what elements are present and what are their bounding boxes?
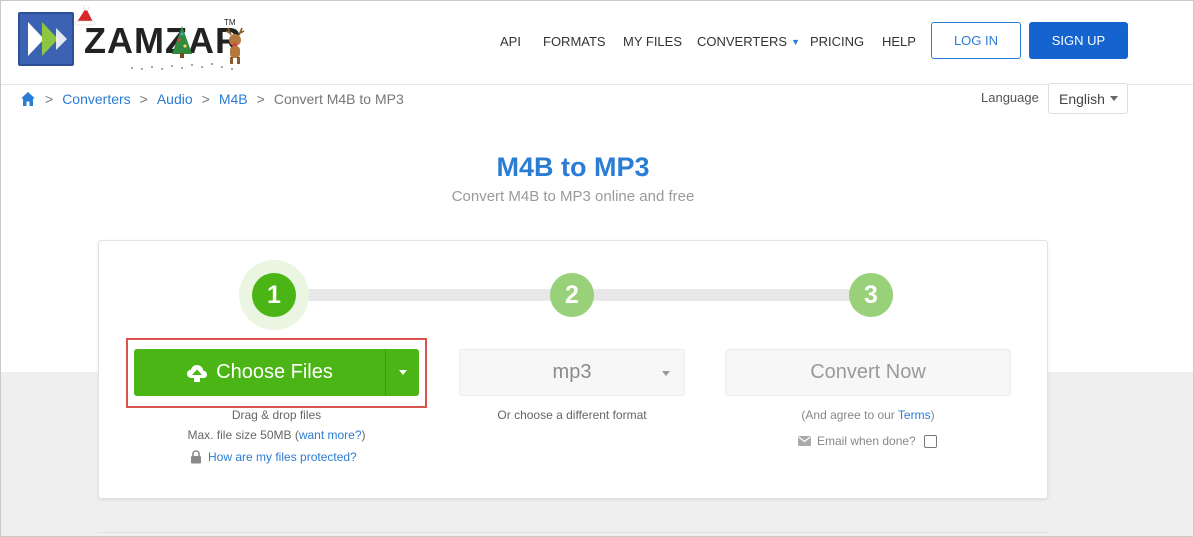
files-protected-row: How are my files protected? (190, 450, 357, 464)
nav-api[interactable]: API (500, 34, 521, 49)
lock-icon (191, 450, 201, 464)
next-section-edge (98, 532, 1048, 533)
caret-down-icon (662, 371, 670, 376)
signup-button[interactable]: SIGN UP (1029, 22, 1128, 59)
logo-text: ZAMZAR (84, 20, 242, 61)
terms-suffix: ) (930, 408, 935, 422)
max-size-text: Max. file size 50MB ( (187, 428, 299, 442)
christmas-tree-icon (172, 26, 192, 58)
breadcrumb-separator: > (45, 91, 54, 107)
breadcrumb-current: Convert M4B to MP3 (273, 91, 404, 107)
nav-my-files[interactable]: MY FILES (623, 34, 682, 49)
terms-hint: (And agree to our Terms) (725, 408, 1011, 422)
snow-dots-decoration (131, 63, 233, 70)
nav-converters-label: CONVERTERS (697, 34, 788, 49)
logo-arrows-icon (18, 12, 74, 66)
breadcrumb-separator: > (256, 91, 265, 107)
nav-pricing[interactable]: PRICING (810, 34, 864, 49)
email-when-done-label: Email when done? (817, 434, 916, 448)
nav-help[interactable]: HELP (882, 34, 916, 49)
terms-prefix: (And agree to our (801, 408, 898, 422)
breadcrumb-audio[interactable]: Audio (157, 91, 193, 107)
want-more-link[interactable]: want more? (299, 428, 362, 442)
breadcrumb-separator: > (139, 91, 148, 107)
output-format-select[interactable]: mp3 (459, 349, 685, 396)
max-size-suffix: ) (361, 428, 366, 442)
caret-down-icon: ▼ (791, 37, 800, 47)
breadcrumb-separator: > (201, 91, 210, 107)
zamzar-logo[interactable]: ZAMZAR TM (18, 6, 248, 74)
format-hint: Or choose a different format (497, 408, 647, 422)
caret-down-icon (398, 370, 407, 375)
home-icon[interactable] (20, 91, 36, 107)
max-file-size-hint: Max. file size 50MB (want more?) (134, 428, 419, 442)
terms-link[interactable]: Terms (898, 408, 931, 422)
login-button[interactable]: LOG IN (931, 22, 1021, 59)
output-format-value: mp3 (552, 361, 592, 383)
breadcrumb-converters[interactable]: Converters (62, 91, 130, 107)
step-3-badge: 3 (849, 273, 893, 317)
nav-formats[interactable]: FORMATS (543, 34, 606, 49)
page-subtitle: Convert M4B to MP3 online and free (451, 188, 695, 205)
choose-files-button[interactable]: Choose Files (134, 349, 386, 396)
breadcrumb: > Converters > Audio > M4B > Convert M4B… (20, 91, 404, 107)
language-select[interactable]: English (1048, 83, 1128, 114)
envelope-icon (798, 436, 811, 446)
language-label: Language (981, 90, 1039, 105)
step-1-badge: 1 (252, 273, 296, 317)
email-when-done-checkbox[interactable] (923, 434, 937, 448)
drag-drop-hint: Drag & drop files (231, 408, 322, 422)
page-title: M4B to MP3 (496, 152, 650, 182)
nav-converters[interactable]: CONVERTERS ▼ (697, 34, 800, 49)
step-2-badge: 2 (550, 273, 594, 317)
choose-files-source-dropdown[interactable] (386, 349, 419, 396)
cloud-upload-icon (187, 364, 208, 382)
caret-down-icon (1110, 96, 1118, 101)
files-protected-link[interactable]: How are my files protected? (208, 450, 357, 464)
site-header: ZAMZAR TM API FORMATS MY FILES CONVERTER… (0, 0, 1194, 85)
email-when-done-row: Email when done? (798, 434, 937, 448)
choose-files-label: Choose Files (216, 361, 333, 383)
language-selected-value: English (1059, 90, 1105, 107)
convert-now-button[interactable]: Convert Now (725, 349, 1011, 396)
breadcrumb-m4b[interactable]: M4B (219, 91, 248, 107)
